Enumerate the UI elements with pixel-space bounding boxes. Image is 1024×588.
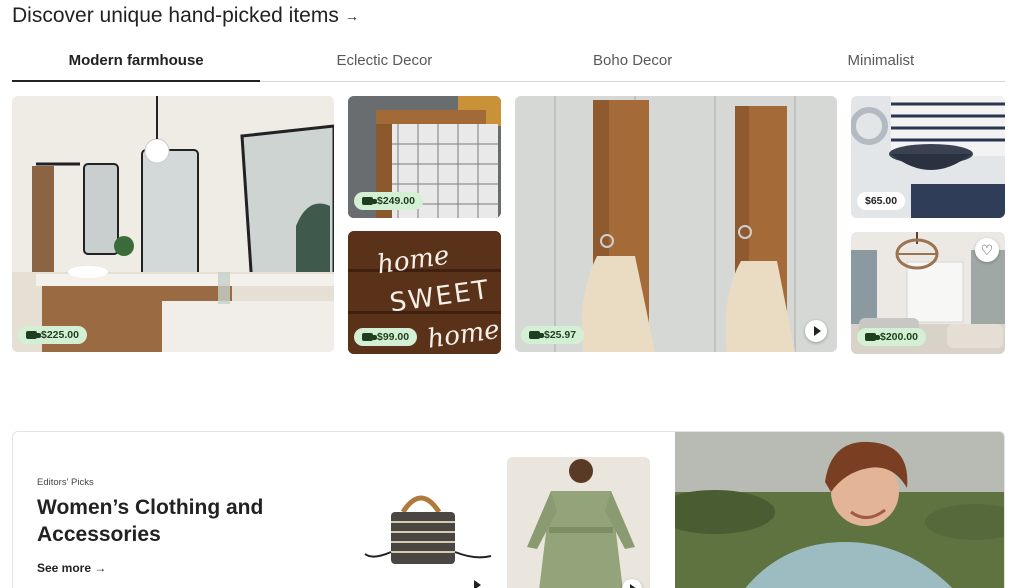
arrow-right-icon: → — [344, 8, 359, 24]
free-shipping-truck-icon — [26, 331, 41, 339]
play-video-icon[interactable] — [467, 576, 485, 588]
price-badge: $200.00 — [857, 328, 926, 346]
section-heading-link[interactable]: Discover unique hand-picked items → — [12, 4, 359, 28]
product-tile-ottoman[interactable]: $249.00 — [348, 96, 501, 218]
bathroom-image — [12, 96, 334, 352]
price-badge: $99.00 — [354, 328, 418, 346]
free-shipping-truck-icon — [865, 333, 880, 341]
tab-eclectic-decor[interactable]: Eclectic Decor — [260, 44, 508, 81]
product-tile-sign[interactable]: home SWEET home $99.00 — [348, 231, 501, 354]
robe-image — [507, 457, 650, 588]
price-text: $249.00 — [377, 195, 415, 207]
see-more-link[interactable]: See more → — [37, 561, 106, 575]
editors-picks-card: Editors' Picks Women’s Clothing and Acce… — [12, 431, 1005, 588]
product-tile-chandelier[interactable]: ♡ $200.00 — [851, 232, 1005, 354]
handbag-image — [363, 482, 493, 588]
editors-picks-hero-image — [655, 432, 1004, 588]
free-shipping-truck-icon — [362, 333, 377, 341]
product-tile-robe[interactable] — [507, 457, 650, 588]
price-badge: $65.00 — [857, 192, 906, 210]
tab-boho-decor[interactable]: Boho Decor — [509, 44, 757, 81]
free-shipping-truck-icon — [529, 331, 544, 339]
product-tile-bowls[interactable]: $65.00 — [851, 96, 1005, 218]
price-text: $25.97 — [544, 329, 577, 341]
see-more-label: See more — [37, 561, 92, 575]
price-text: $200.00 — [880, 331, 918, 343]
price-badge: $225.00 — [18, 326, 87, 344]
free-shipping-truck-icon — [362, 197, 377, 205]
price-badge: $249.00 — [354, 192, 423, 210]
towel-holder-image — [515, 96, 837, 352]
editors-picks-title: Women’s Clothing and Accessories — [37, 496, 264, 546]
smiling-person-image — [655, 432, 1004, 588]
product-tile-towel-holders[interactable]: $25.97 — [515, 96, 837, 352]
arrow-right-icon: → — [94, 561, 107, 575]
price-text: $225.00 — [41, 329, 79, 341]
favorite-heart-icon[interactable]: ♡ — [975, 238, 999, 262]
price-text: $65.00 — [865, 195, 898, 207]
play-video-icon[interactable] — [805, 320, 827, 342]
section-heading: Discover unique hand-picked items — [12, 4, 339, 27]
category-tabs: Modern farmhouse Eclectic Decor Boho Dec… — [12, 44, 1005, 82]
tab-minimalist[interactable]: Minimalist — [757, 44, 1005, 81]
product-tile-handbag[interactable] — [363, 482, 493, 588]
product-tile-bathroom[interactable]: $225.00 — [12, 96, 334, 352]
editors-picks-label: Editors' Picks — [37, 477, 94, 488]
price-text: $99.00 — [377, 331, 410, 343]
tab-modern-farmhouse[interactable]: Modern farmhouse — [12, 44, 261, 82]
price-badge: $25.97 — [521, 326, 585, 344]
